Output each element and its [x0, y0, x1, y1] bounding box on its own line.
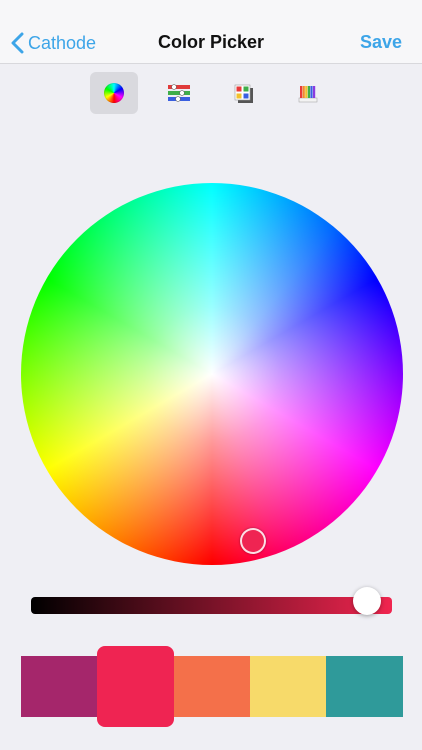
color-picker-screen: Cathode Color Picker Save [0, 0, 422, 750]
color-wheel-saturation-overlay [21, 183, 403, 565]
crayons-icon [298, 86, 318, 103]
swatches-grid-mode-button[interactable] [219, 72, 267, 114]
sliders-icon [168, 84, 190, 102]
swatches-grid-icon [234, 84, 253, 103]
color-wheel-handle[interactable] [240, 528, 266, 554]
palette-swatch[interactable] [325, 656, 403, 717]
palette-swatch[interactable] [21, 656, 98, 717]
color-wheel[interactable] [21, 183, 403, 565]
palette-swatch[interactable] [249, 656, 327, 717]
color-palette [21, 646, 403, 727]
sliders-mode-button[interactable] [155, 72, 203, 114]
picker-mode-bar [0, 72, 422, 116]
palette-swatch[interactable] [173, 656, 251, 717]
save-button[interactable]: Save [360, 32, 402, 53]
brightness-slider-thumb[interactable] [352, 587, 381, 615]
page-title: Color Picker [157, 32, 265, 52]
brightness-slider[interactable] [31, 597, 392, 614]
color-wheel-mode-button[interactable] [90, 72, 138, 114]
crayons-mode-button[interactable] [284, 72, 332, 114]
color-wheel-icon [104, 83, 124, 103]
navigation-bar: Cathode Color Picker Save [0, 0, 422, 64]
palette-swatch[interactable] [97, 646, 175, 727]
